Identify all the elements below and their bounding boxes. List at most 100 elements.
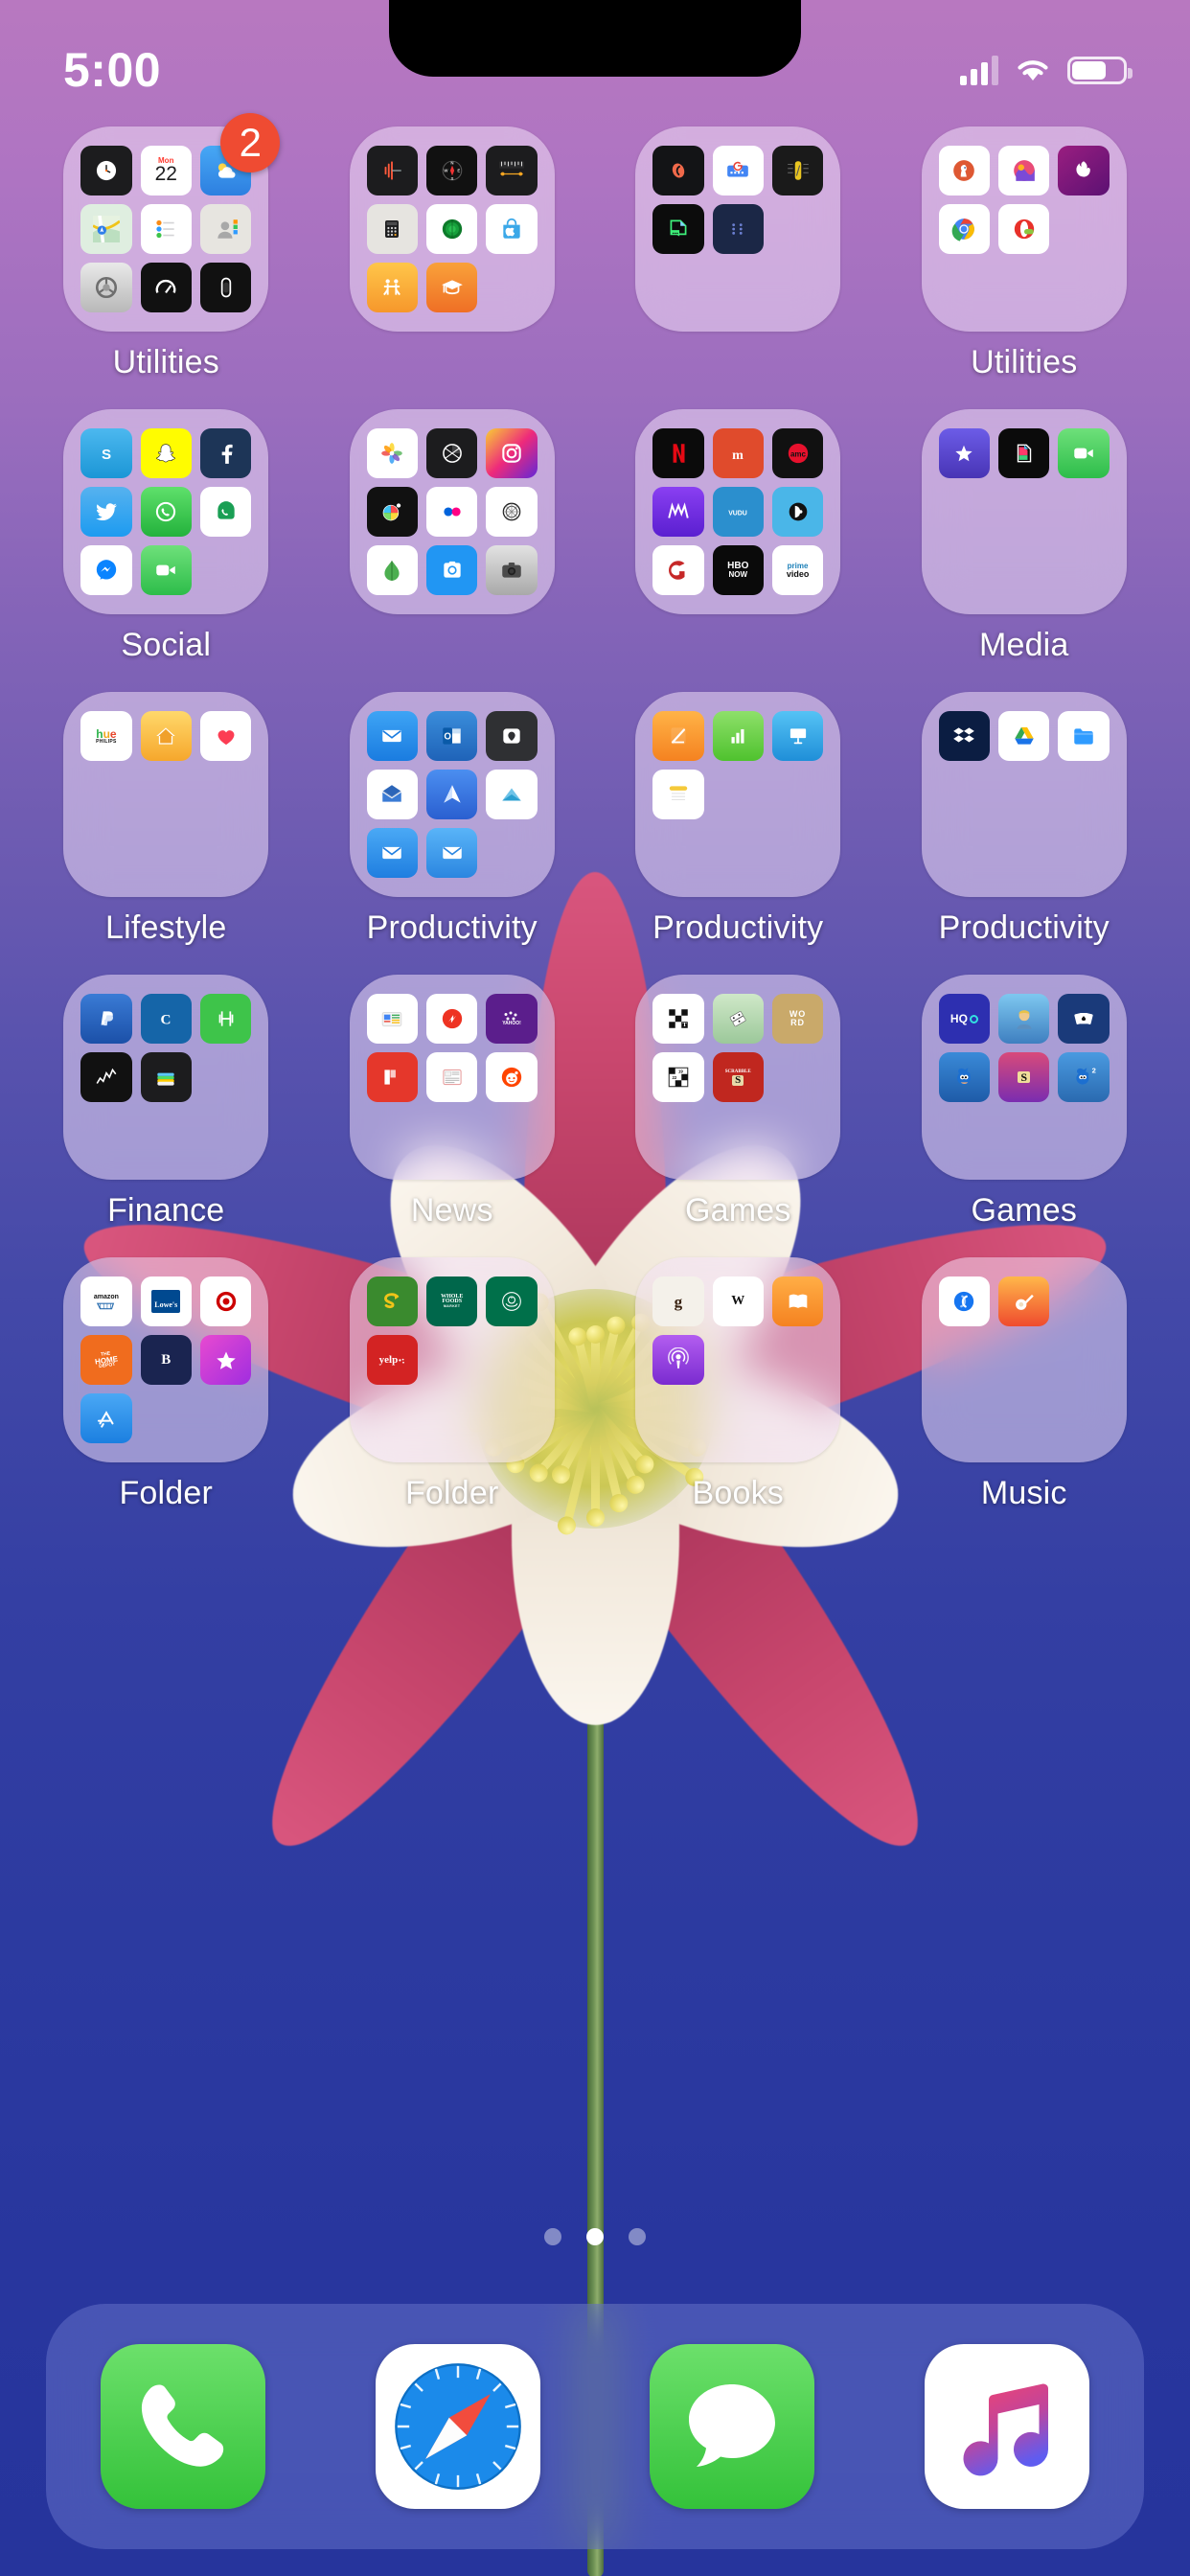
folder-mini-icon: Lowe's (140, 1276, 192, 1326)
folder-mini-icon (426, 545, 478, 595)
folder-mini-icon (486, 545, 538, 595)
folder-mini-icon (80, 146, 132, 196)
home-grid-cell: N SW E (309, 126, 596, 409)
folder-mini-icon (998, 428, 1050, 478)
folder-icon-social[interactable]: S (63, 409, 269, 614)
folder-icon-untitled-1[interactable]: N SW E (349, 126, 555, 332)
home-grid-cell: Productivity (595, 692, 881, 975)
folder-label: Productivity (366, 909, 538, 946)
folder-mini-icon (366, 263, 419, 312)
folder-preview-grid: O (366, 711, 538, 878)
folder-preview-grid (938, 146, 1110, 312)
dock (46, 2304, 1144, 2549)
folder-icon-untitled-2[interactable] (635, 126, 841, 332)
home-grid-cell: Music (881, 1257, 1168, 1540)
folder-preview-grid: Mon 22 (80, 146, 252, 312)
dock-app-safari[interactable] (375, 2344, 540, 2509)
dock-app-phone[interactable] (101, 2344, 266, 2509)
folder-mini-icon (80, 263, 132, 312)
folder-icon-books[interactable]: gW (635, 1257, 841, 1462)
folder-mini-icon (366, 487, 419, 537)
dock-app-music[interactable] (924, 2344, 1089, 2509)
folder-preview-grid: gW (652, 1276, 824, 1443)
page-dot[interactable] (544, 2228, 561, 2245)
folder-mini-icon (652, 1335, 704, 1385)
folder-preview-grid (652, 146, 824, 312)
folder-icon-lifestyle[interactable]: hue PHILIPS (63, 692, 269, 897)
folder-label: Finance (107, 1192, 225, 1229)
home-grid-cell: g W Books (595, 1257, 881, 1540)
folder-mini-icon (998, 994, 1050, 1044)
folder-icon-news[interactable]: YAHOO! (349, 975, 555, 1180)
folder-mini-icon (486, 1276, 538, 1326)
battery-icon (1067, 56, 1133, 84)
folder-mini-icon (486, 428, 538, 478)
folder-mini-icon (1058, 994, 1110, 1044)
folder-preview-grid: WHOLE FOODS MARKET yelp (366, 1276, 538, 1443)
cellular-signal-icon (960, 55, 998, 85)
folder-mini-icon (199, 994, 252, 1044)
folder-label: Folder (404, 1475, 499, 1511)
folder-icon-utilities[interactable] (921, 126, 1127, 332)
folder-mini-icon: YAHOO! (486, 994, 538, 1044)
folder-mini-icon (771, 1276, 824, 1326)
folder-mini-icon (938, 1052, 991, 1102)
folder-mini-icon (426, 204, 478, 254)
folder-icon-media[interactable] (921, 409, 1127, 614)
folder-label: Utilities (112, 344, 219, 380)
folder-mini-icon (938, 1276, 991, 1326)
folder-icon-productivity[interactable] (635, 692, 841, 897)
folder-mini-icon (366, 204, 419, 254)
folder-label: Utilities (971, 344, 1078, 380)
folder-icon-utilities[interactable]: Mon 22 2 (63, 113, 281, 332)
folder-mini-icon: C (140, 994, 192, 1044)
folder-mini-icon (938, 428, 991, 478)
folder-mini-icon: T (652, 994, 704, 1044)
folder-mini-icon (938, 204, 991, 254)
home-grid-cell: Mon 22 2 Utilities (23, 113, 309, 409)
folder-mini-icon (80, 994, 132, 1044)
folder-mini-icon (140, 545, 192, 595)
folder-label: Games (684, 1192, 791, 1229)
home-grid-cell: m amc VUDU HBO NOW prime video (595, 409, 881, 692)
folder-mini-icon: N SW E (426, 146, 478, 196)
folder-mini-icon: B (140, 1335, 192, 1385)
page-dot[interactable] (629, 2228, 646, 2245)
folder-icon-productivity[interactable]: O (349, 692, 555, 897)
home-grid-cell: S Social (23, 409, 309, 692)
home-grid-cell (595, 126, 881, 409)
folder-mini-icon (366, 1052, 419, 1102)
folder-preview-grid (938, 428, 1110, 595)
page-dot[interactable] (586, 2228, 604, 2245)
folder-mini-icon (486, 146, 538, 196)
folder-preview-grid (366, 428, 538, 595)
folder-icon-untitled-5[interactable] (349, 409, 555, 614)
folder-mini-icon (712, 994, 764, 1044)
folder-icon-music[interactable] (921, 1257, 1127, 1462)
folder-icon-productivity[interactable] (921, 692, 1127, 897)
folder-label: Music (980, 1475, 1067, 1511)
folder-icon-games[interactable]: T WO RD 19 22 SCRABBLE S (635, 975, 841, 1180)
dock-app-messages[interactable] (650, 2344, 815, 2509)
folder-preview-grid (938, 711, 1110, 878)
folder-icon-folder[interactable]: WHOLE FOODS MARKET yelp (349, 1257, 555, 1462)
folder-label: Social (121, 627, 212, 663)
page-indicator[interactable] (0, 2228, 1190, 2245)
svg-text:C: C (161, 1011, 172, 1027)
folder-mini-icon (1058, 711, 1110, 761)
folder-mini-icon: WHOLE FOODS MARKET (426, 1276, 478, 1326)
folder-mini-icon (199, 711, 252, 761)
folder-mini-icon: SCRABBLE S (712, 1052, 764, 1102)
folder-mini-icon (366, 1276, 419, 1326)
svg-text:S: S (450, 176, 453, 181)
folder-label: Productivity (938, 909, 1110, 946)
folder-mini-icon (1058, 428, 1110, 478)
folder-icon-finance[interactable]: C (63, 975, 269, 1180)
folder-label: Productivity (652, 909, 824, 946)
folder-mini-icon (938, 711, 991, 761)
folder-icon-games[interactable]: HQ S 2 (921, 975, 1127, 1180)
folder-icon-untitled-6[interactable]: m amc VUDU HBO NOW prime video (635, 409, 841, 614)
svg-text:VUDU: VUDU (728, 510, 747, 517)
home-grid-cell: Utilities (881, 126, 1168, 409)
folder-icon-folder[interactable]: amazon Lowe's THE HOME DEPOT B (63, 1257, 269, 1462)
